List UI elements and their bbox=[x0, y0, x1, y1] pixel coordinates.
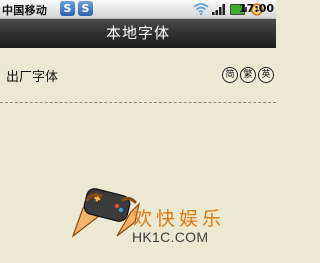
app-notification-icon: S bbox=[78, 1, 93, 16]
app-notification-icon: S bbox=[60, 1, 75, 16]
font-language-badges: 简 繁 英 bbox=[222, 67, 274, 83]
english-badge: 英 bbox=[258, 67, 274, 83]
font-list-item[interactable]: 出厂字体 简 繁 英 bbox=[0, 48, 276, 103]
watermark-english-text: HK1C.COM bbox=[132, 229, 209, 245]
signal-icon bbox=[212, 4, 225, 15]
wifi-icon bbox=[193, 3, 209, 16]
watermark-chinese-text: 欢快娱乐 bbox=[133, 208, 226, 230]
page-title: 本地字体 bbox=[0, 19, 276, 48]
font-name-label: 出厂字体 bbox=[6, 70, 59, 85]
simplified-badge: 简 bbox=[222, 67, 238, 83]
traditional-badge: 繁 bbox=[240, 67, 256, 83]
clock-time: 17:00 bbox=[238, 2, 274, 15]
carrier-name: 中国移动 bbox=[2, 4, 48, 17]
status-bar: 中国移动 S S 17:00 bbox=[0, 0, 276, 19]
